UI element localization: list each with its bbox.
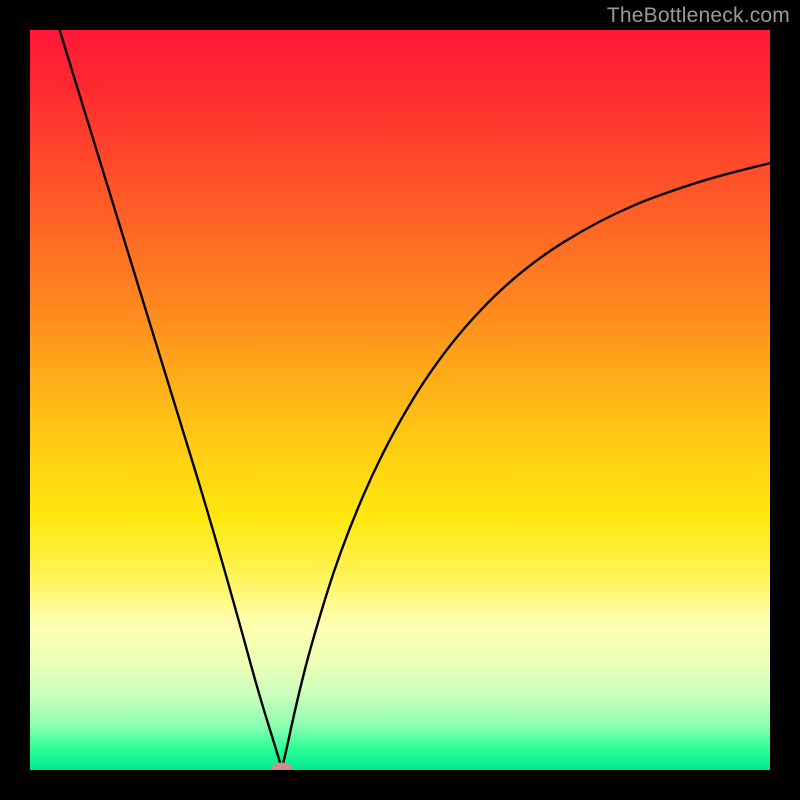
watermark-text: TheBottleneck.com	[607, 4, 790, 28]
bottleneck-curve	[60, 30, 770, 765]
min-marker	[272, 763, 292, 771]
min-marker-ellipse	[272, 763, 292, 771]
chart-svg	[30, 30, 770, 770]
plot-area	[30, 30, 770, 770]
curve-path	[60, 30, 770, 765]
chart-frame: TheBottleneck.com	[0, 0, 800, 800]
